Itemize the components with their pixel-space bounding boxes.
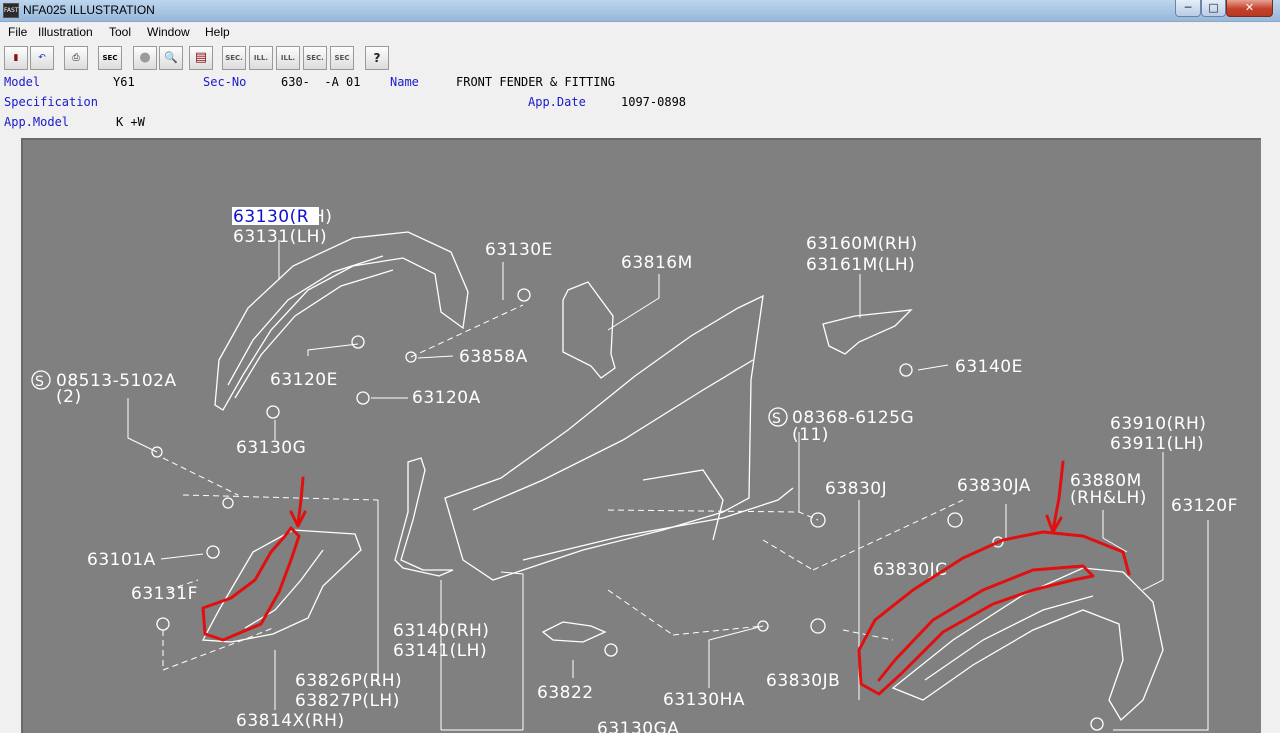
bracket-63140 bbox=[394, 457, 454, 577]
help-icon[interactable]: ? bbox=[365, 46, 389, 70]
part-63161M[interactable]: 63161M(LH) bbox=[806, 255, 915, 275]
part-63910[interactable]: 63910(RH) bbox=[1110, 414, 1206, 434]
leader-lines bbox=[127, 240, 1209, 731]
part-63131[interactable]: 63131(LH) bbox=[233, 227, 327, 247]
spec-label: Specification bbox=[4, 95, 98, 109]
circle-icon[interactable]: ● bbox=[133, 46, 157, 70]
print-icon[interactable]: ⎙ bbox=[64, 46, 88, 70]
title-bar: FAST NFA025 ILLUSTRATION ─ □ ✕ bbox=[0, 0, 1280, 22]
appmodel-label: App.Model bbox=[4, 115, 70, 129]
part-63141[interactable]: 63141(LH) bbox=[393, 641, 487, 661]
sec-query-button[interactable]: SEC bbox=[330, 46, 354, 70]
secno-value: 630- -A 01 bbox=[281, 75, 361, 89]
secno-label: Sec-No bbox=[203, 75, 247, 89]
part-63830JB[interactable]: 63830JB bbox=[766, 671, 840, 691]
part-63160M[interactable]: 63160M(RH) bbox=[806, 234, 918, 254]
menu-bar: File Illustration Tool Window Help bbox=[0, 22, 1280, 41]
part-63140[interactable]: 63140(RH) bbox=[393, 621, 489, 641]
s-symbol-1-text: S bbox=[35, 374, 44, 390]
model-label: Model bbox=[4, 75, 41, 89]
sec-prev-button[interactable]: SEC. bbox=[222, 46, 246, 70]
sec-next-button[interactable]: SEC. bbox=[303, 46, 327, 70]
menu-illustration[interactable]: Illustration bbox=[38, 25, 93, 39]
name-value: FRONT FENDER & FITTING bbox=[456, 75, 615, 89]
menu-tool[interactable]: Tool bbox=[109, 25, 131, 39]
part-63822[interactable]: 63822 bbox=[537, 683, 594, 703]
close-button[interactable]: ✕ bbox=[1226, 0, 1273, 17]
app-icon: FAST bbox=[3, 3, 19, 18]
part-63830JA[interactable]: 63830JA bbox=[957, 476, 1031, 496]
illustration-canvas[interactable]: S S 63130(R H) 63131(LH) 63130E 63816M 6… bbox=[21, 138, 1261, 733]
menu-window[interactable]: Window bbox=[147, 25, 190, 39]
part-63130GA[interactable]: 63130GA bbox=[597, 719, 679, 733]
red-markup-left bbox=[201, 476, 307, 642]
part-63880M-side: (RH&LH) bbox=[1070, 488, 1147, 508]
s-symbol-2-text: S bbox=[772, 411, 781, 427]
zoom-icon[interactable]: 🔍 bbox=[159, 46, 183, 70]
part-08368-qty: (11) bbox=[792, 425, 829, 445]
part-63120E[interactable]: 63120E bbox=[270, 370, 338, 390]
part-63830J[interactable]: 63830J bbox=[825, 479, 887, 499]
fender-panel bbox=[444, 294, 794, 581]
appdate-value: 1097-0898 bbox=[621, 95, 687, 109]
sec-button[interactable]: SEC bbox=[98, 46, 122, 70]
ill-prev-button[interactable]: ILL. bbox=[249, 46, 273, 70]
info-panel: Model Y61 Sec-No 630- -A 01 Name FRONT F… bbox=[0, 73, 1280, 133]
undo-icon[interactable]: ↶ bbox=[30, 46, 54, 70]
part-63858A[interactable]: 63858A bbox=[459, 347, 528, 367]
bracket-63816m bbox=[562, 281, 616, 379]
maximize-button[interactable]: □ bbox=[1201, 0, 1226, 17]
minimize-button[interactable]: ─ bbox=[1175, 0, 1201, 17]
part-63816M[interactable]: 63816M bbox=[621, 253, 693, 273]
part-63130-highlighted[interactable]: 63130(R bbox=[233, 207, 309, 227]
fender-liner-rh bbox=[214, 231, 469, 411]
part-63830JC[interactable]: 63830JC bbox=[873, 560, 947, 580]
part-63826P[interactable]: 63826P(RH) bbox=[295, 671, 402, 691]
bracket-63160m bbox=[822, 309, 913, 355]
model-value: Y61 bbox=[113, 75, 135, 89]
menu-file[interactable]: File bbox=[8, 25, 27, 39]
ill-next-button[interactable]: ILL. bbox=[276, 46, 300, 70]
part-63827P[interactable]: 63827P(LH) bbox=[295, 691, 400, 711]
part-63101A[interactable]: 63101A bbox=[87, 550, 156, 570]
part-08513-qty: (2) bbox=[56, 387, 82, 407]
part-63140E[interactable]: 63140E bbox=[955, 357, 1023, 377]
part-63130-rest[interactable]: H) bbox=[312, 207, 332, 227]
part-63120A[interactable]: 63120A bbox=[412, 388, 481, 408]
fasteners bbox=[151, 288, 1104, 731]
part-63911[interactable]: 63911(LH) bbox=[1110, 434, 1204, 454]
part-63130G[interactable]: 63130G bbox=[236, 438, 306, 458]
appmodel-value: K +W bbox=[116, 115, 145, 129]
appdate-label: App.Date bbox=[528, 95, 586, 109]
toolbar: ▮ ↶ ⎙ SEC ● 🔍 ▤ SEC. ILL. ILL. SEC. SEC … bbox=[0, 43, 1280, 73]
open-catalog-icon[interactable]: ▮ bbox=[4, 46, 28, 70]
illustration-drawing: S S 63130(R H) 63131(LH) 63130E 63816M 6… bbox=[31, 207, 1238, 733]
window-title: NFA025 ILLUSTRATION bbox=[23, 3, 155, 17]
book-icon[interactable]: ▤ bbox=[189, 46, 213, 70]
name-label: Name bbox=[390, 75, 419, 89]
menu-help[interactable]: Help bbox=[205, 25, 230, 39]
part-63814X[interactable]: 63814X(RH) bbox=[236, 711, 345, 731]
part-63120F[interactable]: 63120F bbox=[1171, 496, 1238, 516]
part-63130E[interactable]: 63130E bbox=[485, 240, 553, 260]
part-63130HA[interactable]: 63130HA bbox=[663, 690, 745, 710]
part-63131F[interactable]: 63131F bbox=[131, 584, 198, 604]
